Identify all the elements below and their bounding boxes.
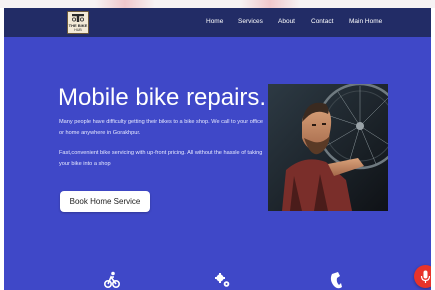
landing-page: THE BIKE HUB Home Services About Contact… — [4, 8, 431, 290]
decorative-streak — [95, 0, 155, 8]
nav-link-about[interactable]: About — [278, 18, 295, 26]
bicycle-icon — [104, 271, 120, 288]
browser-top-strip — [0, 0, 435, 8]
nav-link-home[interactable]: Home — [206, 18, 223, 26]
phone-icon — [330, 272, 342, 289]
voice-button[interactable] — [414, 265, 431, 288]
nav-link-main-home[interactable]: Main Home — [349, 18, 382, 26]
hero-pricing-text: Fast,convenient bike servicing with up-f… — [59, 150, 263, 167]
feature-icons-row — [4, 270, 431, 290]
mechanic-photo — [268, 84, 388, 211]
logo-subtext: HUB — [74, 28, 82, 32]
site-logo[interactable]: THE BIKE HUB — [67, 11, 89, 34]
gears-icon — [215, 273, 230, 287]
microphone-icon — [420, 270, 431, 283]
navbar: THE BIKE HUB Home Services About Contact… — [4, 8, 431, 37]
book-home-service-button[interactable]: Book Home Service — [60, 191, 150, 212]
hero-description: Many people have difficulty getting thei… — [59, 119, 263, 136]
bike-hub-logo-icon — [72, 14, 84, 22]
hero-title: Mobile bike repairs. — [58, 84, 267, 111]
nav-link-services[interactable]: Services — [238, 18, 263, 26]
nav-link-contact[interactable]: Contact — [311, 18, 333, 26]
decorative-streak — [240, 0, 300, 8]
